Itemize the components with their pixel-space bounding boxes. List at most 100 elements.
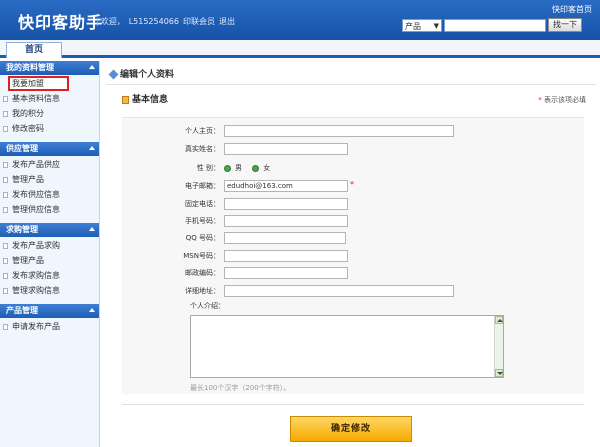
profile-form: 个人主页： 真实姓名： 性 别： 男 女 电子邮箱： edudhoi@163.c… (122, 117, 584, 394)
sidebar-item-label: 管理产品 (12, 256, 44, 265)
document-icon (3, 288, 8, 294)
sidebar-item-label: 基本资料信息 (12, 94, 60, 103)
sidebar-item-label: 发布产品求购 (12, 241, 60, 250)
sidebar: 我的资料管理 我要加盟 基本资料信息 我的积分 修改密码 供应管理 发布产品供应… (0, 61, 100, 447)
zip-field[interactable] (224, 267, 348, 279)
sidebar-section-products[interactable]: 产品管理 (0, 304, 99, 318)
search-button[interactable]: 找一下 (548, 18, 582, 32)
home-link[interactable]: 快印客首页 (552, 4, 592, 15)
sidebar-section-profile[interactable]: 我的资料管理 (0, 61, 99, 75)
sidebar-item-publish-purchase-product[interactable]: 发布产品求购 (0, 238, 99, 253)
sidebar-item-label: 发布求购信息 (12, 271, 60, 280)
form-row-address: 详细地址： (122, 285, 584, 297)
sidebar-section-title: 供应管理 (6, 144, 38, 153)
sidebar-item-publish-supply-product[interactable]: 发布产品供应 (0, 157, 99, 172)
gender-male-option[interactable]: 男 (224, 164, 246, 172)
sidebar-item-manage-products[interactable]: 管理产品 (0, 172, 99, 187)
search-category-select[interactable]: 产品 ▼ (402, 19, 442, 32)
document-icon (3, 243, 8, 249)
document-icon (3, 258, 8, 264)
phone-field[interactable] (224, 198, 348, 210)
document-icon (3, 324, 8, 330)
textarea-scrollbar[interactable] (494, 316, 503, 377)
sidebar-item-join[interactable]: 我要加盟 (8, 76, 69, 91)
sidebar-item-manage-products-2[interactable]: 管理产品 (0, 253, 99, 268)
form-row-msn: MSN号码： (122, 250, 584, 262)
radio-female[interactable] (252, 164, 260, 172)
arrow-down-icon (497, 372, 503, 375)
homepage-field[interactable] (224, 125, 454, 137)
sidebar-item-publish-purchase-info[interactable]: 发布求购信息 (0, 268, 99, 283)
sidebar-item-label: 申请发布产品 (12, 322, 60, 331)
collapse-icon[interactable] (89, 308, 95, 312)
sidebar-item-points[interactable]: 我的积分 (0, 106, 99, 121)
msn-field[interactable] (224, 250, 348, 262)
address-field[interactable] (224, 285, 454, 297)
sidebar-item-label: 发布产品供应 (12, 160, 60, 169)
form-row-phone: 固定电话： (122, 198, 584, 210)
sidebar-section-supply[interactable]: 供应管理 (0, 142, 99, 156)
zip-label: 邮政编码： (185, 269, 220, 277)
msn-label: MSN号码： (183, 252, 220, 260)
welcome-bar: | 欢迎， L515254066 印联会员 退出 (96, 17, 235, 26)
email-field[interactable]: edudhoi@163.com (224, 180, 348, 192)
tab-home[interactable]: 首页 (6, 42, 62, 58)
collapse-icon[interactable] (89, 146, 95, 150)
document-icon (3, 126, 8, 132)
required-note: * 表示该项必填 (538, 96, 586, 104)
required-star: * (350, 180, 354, 189)
sidebar-section-title: 产品管理 (6, 306, 38, 315)
qq-field[interactable] (224, 232, 346, 244)
sidebar-item-basic-info[interactable]: 基本资料信息 (0, 91, 99, 106)
page-title-bar: 编辑个人资料 (106, 67, 596, 85)
sidebar-item-apply-publish-product[interactable]: 申请发布产品 (0, 319, 99, 334)
sidebar-item-label: 我的积分 (12, 109, 44, 118)
gender-radio-group: 男 女 (224, 163, 278, 173)
page-title: 编辑个人资料 (120, 70, 175, 80)
document-icon (3, 96, 8, 102)
email-label: 电子邮箱： (185, 182, 220, 190)
sidebar-item-label: 修改密码 (12, 124, 44, 133)
document-icon (3, 177, 8, 183)
gender-female-option[interactable]: 女 (252, 164, 274, 172)
app-logo: 快印客助手 (18, 13, 104, 32)
sidebar-item-change-password[interactable]: 修改密码 (0, 121, 99, 136)
form-row-email: 电子邮箱： edudhoi@163.com * (122, 180, 584, 192)
section-title: 基本信息 (132, 95, 169, 105)
tab-bar: 首页 (0, 40, 600, 58)
form-row-homepage: 个人主页： (122, 125, 584, 137)
scroll-down-button[interactable] (495, 369, 503, 377)
document-icon (3, 111, 8, 117)
edit-icon (108, 69, 119, 80)
document-icon (3, 192, 8, 198)
sidebar-item-manage-supply-info[interactable]: 管理供应信息 (0, 202, 99, 217)
sidebar-item-manage-purchase-info[interactable]: 管理求购信息 (0, 283, 99, 298)
form-row-realname: 真实姓名： (122, 143, 584, 155)
collapse-icon[interactable] (89, 65, 95, 69)
mobile-field[interactable] (224, 215, 348, 227)
sidebar-item-publish-supply-info[interactable]: 发布供应信息 (0, 187, 99, 202)
scroll-up-button[interactable] (495, 316, 503, 324)
address-label: 详细地址： (185, 287, 220, 295)
form-row-zip: 邮政编码： (122, 267, 584, 279)
sidebar-item-label: 管理求购信息 (12, 286, 60, 295)
submit-button[interactable]: 确定修改 (290, 416, 412, 442)
logout-link[interactable]: 退出 (219, 17, 235, 26)
search-input[interactable] (444, 19, 546, 32)
qq-label: QQ 号码： (185, 234, 220, 242)
sidebar-section-title: 我的资料管理 (6, 63, 54, 72)
collapse-icon[interactable] (89, 227, 95, 231)
sidebar-section-purchase[interactable]: 求购管理 (0, 223, 99, 237)
member-link[interactable]: 印联会员 (183, 17, 215, 26)
intro-label: 个人介绍： (190, 302, 225, 310)
gender-label: 性 别： (196, 164, 220, 172)
intro-textarea[interactable] (190, 315, 504, 378)
form-row-mobile: 手机号码： (122, 215, 584, 227)
form-row-gender: 性 别： 男 女 (122, 162, 584, 174)
radio-male[interactable] (224, 164, 231, 172)
document-icon (3, 273, 8, 279)
main-content: 编辑个人资料 基本信息 * 表示该项必填 个人主页： 真实姓名： 性 别： 男 … (106, 61, 600, 447)
sidebar-item-label: 发布供应信息 (12, 190, 60, 199)
arrow-up-icon (497, 319, 503, 322)
realname-field[interactable] (224, 143, 348, 155)
